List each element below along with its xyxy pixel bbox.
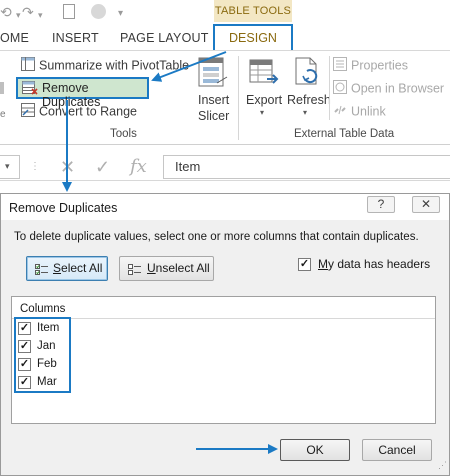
refresh-dropdown-icon[interactable]: ▾ [303,108,307,117]
redo-icon[interactable]: ↷ [22,4,34,20]
name-box-dropdown-icon[interactable]: ▾ [5,161,10,172]
formula-input[interactable]: Item [163,155,450,179]
refresh-button[interactable]: Refresh [287,92,331,108]
export-icon [249,57,279,90]
cancel-button[interactable]: Cancel [362,439,432,461]
select-all-label: Select All [53,261,103,275]
open-in-browser-button[interactable]: Open in Browser [333,80,444,98]
help-button[interactable]: ? [367,196,395,213]
dialog-instructions: To delete duplicate values, select one o… [14,231,419,243]
formula-bar-grip-icon[interactable]: ⋮ [30,160,40,174]
customize-dropdown-icon[interactable]: ▾ [118,6,123,22]
export-label: Export [246,93,283,107]
redo-dropdown-icon[interactable]: ▾ [38,7,43,23]
close-button[interactable]: ✕ [412,196,440,213]
insert-slicer-label-line2: Slicer [198,109,230,123]
refresh-icon [293,57,323,90]
ok-button[interactable]: OK [280,439,350,461]
undo-arrow-icon[interactable]: ⟲ [0,4,12,20]
tab-home[interactable]: OME [0,31,29,45]
new-document-icon[interactable] [63,4,75,19]
properties-icon [333,57,347,75]
record-icon[interactable] [91,4,106,19]
tab-design[interactable]: DESIGN [213,24,293,52]
remove-duplicates-button[interactable]: Remove Duplicates [16,77,149,109]
cancel-entry-icon[interactable]: ✕ [60,158,75,176]
convert-to-range-label: Convert to Range [39,104,137,119]
summarize-pivottable-button[interactable]: Summarize with PivotTable [21,57,189,75]
properties-button[interactable]: Properties [333,57,408,75]
properties-label: Properties [351,58,408,73]
convert-to-range-button[interactable]: Convert to Range [21,103,137,121]
columns-header: Columns [20,303,66,315]
open-in-browser-icon [333,80,347,98]
group-divider [238,56,239,140]
slicer-icon [198,57,228,90]
table-tools-context-label: TABLE TOOLS [214,0,292,22]
insert-slicer-button[interactable]: Insert Slicer [198,92,229,124]
my-data-has-headers-label: My data has headers [318,257,431,271]
my-data-has-headers-checkbox[interactable]: ✓ [298,258,311,271]
group-divider [329,56,330,120]
name-box[interactable]: ▾ [0,155,20,179]
confirm-entry-icon[interactable]: ✓ [95,158,110,176]
open-in-browser-label: Open in Browser [351,81,445,96]
columns-highlight-box [14,317,71,393]
unselect-all-icon [128,262,141,285]
dialog-title: Remove Duplicates [9,201,118,215]
unlink-button[interactable]: Unlink [333,103,386,121]
insert-function-icon[interactable]: fx [130,158,147,176]
clipped-icon: e [0,109,6,120]
insert-slicer-label-line1: Insert [198,93,230,107]
columns-list [11,296,436,424]
unlink-label: Unlink [351,104,386,119]
export-dropdown-icon[interactable]: ▾ [260,108,264,117]
unlink-icon [333,103,347,121]
summarize-pivottable-label: Summarize with PivotTable [39,58,190,73]
tab-page-layout[interactable]: PAGE LAYOUT [120,31,209,45]
tools-group-label: Tools [110,128,137,140]
external-table-data-group-label: External Table Data [294,128,395,140]
columns-header-divider [12,318,435,319]
remove-duplicates-icon [22,81,38,98]
clipped-icon [0,82,4,94]
unselect-all-button[interactable]: Unselect All [119,256,214,281]
refresh-label: Refresh [287,93,331,107]
resize-grip-icon[interactable]: ⋰ [438,460,447,471]
pivot-table-icon [21,57,35,75]
undo-dropdown-icon[interactable]: ▾ [16,7,21,23]
tab-insert[interactable]: INSERT [52,31,99,45]
unselect-all-label: Unselect All [147,261,210,275]
select-all-button[interactable]: Select All [26,256,108,281]
convert-range-icon [21,103,35,121]
export-button[interactable]: Export [246,92,282,108]
select-all-icon [35,262,48,285]
